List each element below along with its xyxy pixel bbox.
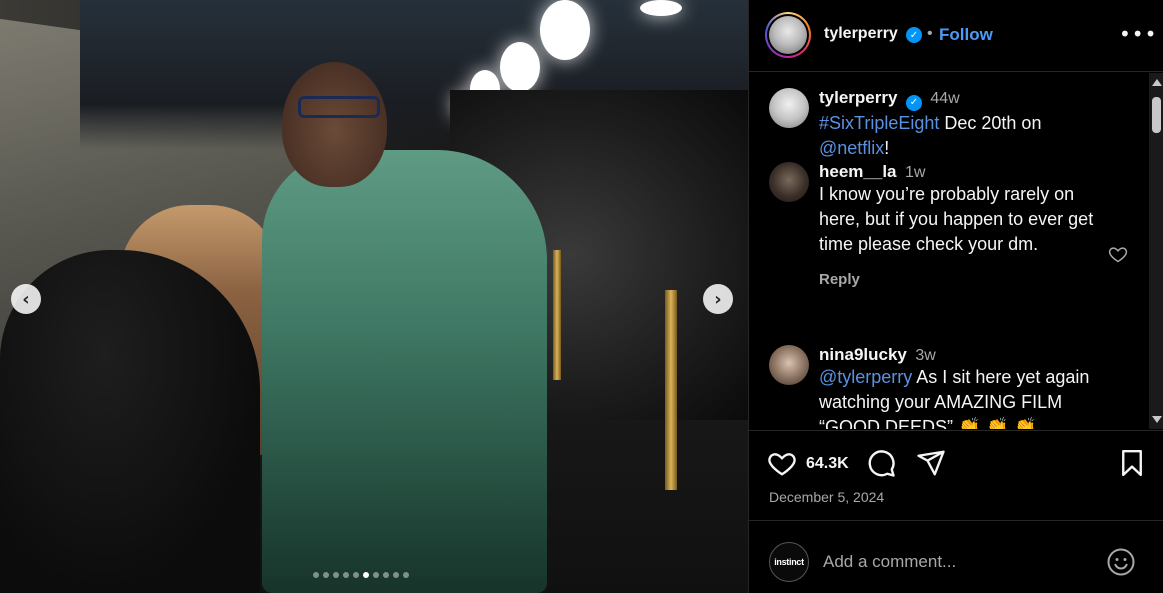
post-side-panel: tylerperry ✓ • Follow ••• tylerperry ✓ 4… xyxy=(748,0,1163,593)
share-send-icon[interactable] xyxy=(916,448,946,478)
carousel-dot xyxy=(373,572,379,578)
save-bookmark-icon[interactable] xyxy=(1117,448,1147,478)
reply-button[interactable]: Reply xyxy=(819,271,1109,288)
clap-emoji: 👏 👏 👏 xyxy=(958,417,1037,429)
separator-dot: • xyxy=(927,25,933,42)
carousel-dot xyxy=(323,572,329,578)
carousel-dot xyxy=(353,572,359,578)
post-photo[interactable]: ‹ › xyxy=(0,0,748,593)
comments-list[interactable]: tylerperry ✓ 44w #SixTripleEight Dec 20t… xyxy=(749,73,1149,429)
stanchion-post xyxy=(553,250,561,380)
comment-time[interactable]: 1w xyxy=(905,164,925,181)
stage-light xyxy=(500,42,540,92)
verified-badge-icon: ✓ xyxy=(906,27,922,43)
mention-link[interactable]: @tylerperry xyxy=(819,367,912,387)
green-suit xyxy=(262,150,547,593)
carousel-dot xyxy=(363,572,369,578)
hashtag-link[interactable]: #SixTripleEight xyxy=(819,113,939,133)
comment-time[interactable]: 3w xyxy=(915,347,935,364)
scroll-up-arrow-icon[interactable] xyxy=(1152,79,1162,86)
caption-text: Dec 20th on xyxy=(939,112,1042,133)
follow-button[interactable]: Follow xyxy=(939,25,993,45)
stanchion-post xyxy=(665,290,677,490)
comments-scrollbar[interactable] xyxy=(1149,73,1163,429)
post-date[interactable]: December 5, 2024 xyxy=(769,489,884,505)
add-comment-bar: instinct xyxy=(749,520,1163,593)
caption-text: ! xyxy=(884,137,890,158)
post-header: tylerperry ✓ • Follow ••• xyxy=(749,0,1163,72)
current-user-avatar[interactable]: instinct xyxy=(769,542,809,582)
carousel-dot xyxy=(313,572,319,578)
scroll-down-arrow-icon[interactable] xyxy=(1152,416,1162,423)
author-username[interactable]: tylerperry xyxy=(824,25,898,43)
next-slide-button[interactable]: › xyxy=(703,284,733,314)
author-avatar-ring[interactable] xyxy=(765,12,811,58)
previous-slide-button[interactable]: ‹ xyxy=(11,284,41,314)
like-count[interactable]: 64.3K xyxy=(806,455,849,473)
mention-link[interactable]: @netflix xyxy=(819,138,884,158)
comment-time[interactable]: 44w xyxy=(930,90,959,107)
comment-avatar[interactable] xyxy=(769,345,809,385)
like-comment-heart-icon[interactable] xyxy=(1108,244,1128,264)
comment-avatar[interactable] xyxy=(769,162,809,202)
comment-username[interactable]: nina9lucky xyxy=(819,345,907,364)
carousel-indicator xyxy=(313,572,409,578)
stage-light xyxy=(640,0,682,16)
carousel-dot xyxy=(343,572,349,578)
glasses xyxy=(298,96,380,118)
comment-text: @tylerperry As I sit here yet again watc… xyxy=(819,365,1109,429)
more-options-icon[interactable]: ••• xyxy=(1119,22,1157,46)
comment-text: I know you’re probably rarely on here, b… xyxy=(819,184,1094,254)
comment-avatar[interactable] xyxy=(769,88,809,128)
carousel-dot xyxy=(333,572,339,578)
carousel-dot xyxy=(383,572,389,578)
like-heart-icon[interactable] xyxy=(767,448,797,478)
comment-input[interactable] xyxy=(823,549,1083,575)
verified-badge-icon: ✓ xyxy=(905,94,922,111)
comment-username[interactable]: heem__la xyxy=(819,162,897,181)
author-avatar[interactable] xyxy=(769,16,807,54)
emoji-icon[interactable] xyxy=(1106,547,1136,577)
scroll-thumb[interactable] xyxy=(1152,97,1161,133)
comment-bubble-icon[interactable] xyxy=(866,448,896,478)
carousel-dot xyxy=(403,572,409,578)
stage-light xyxy=(540,0,590,60)
person-head xyxy=(282,62,387,187)
carousel-dot xyxy=(393,572,399,578)
comment-username[interactable]: tylerperry xyxy=(819,88,897,107)
post-actions: 64.3K December 5, 2024 xyxy=(749,430,1163,520)
comment-text: #SixTripleEight Dec 20th on @netflix! xyxy=(819,111,1109,161)
